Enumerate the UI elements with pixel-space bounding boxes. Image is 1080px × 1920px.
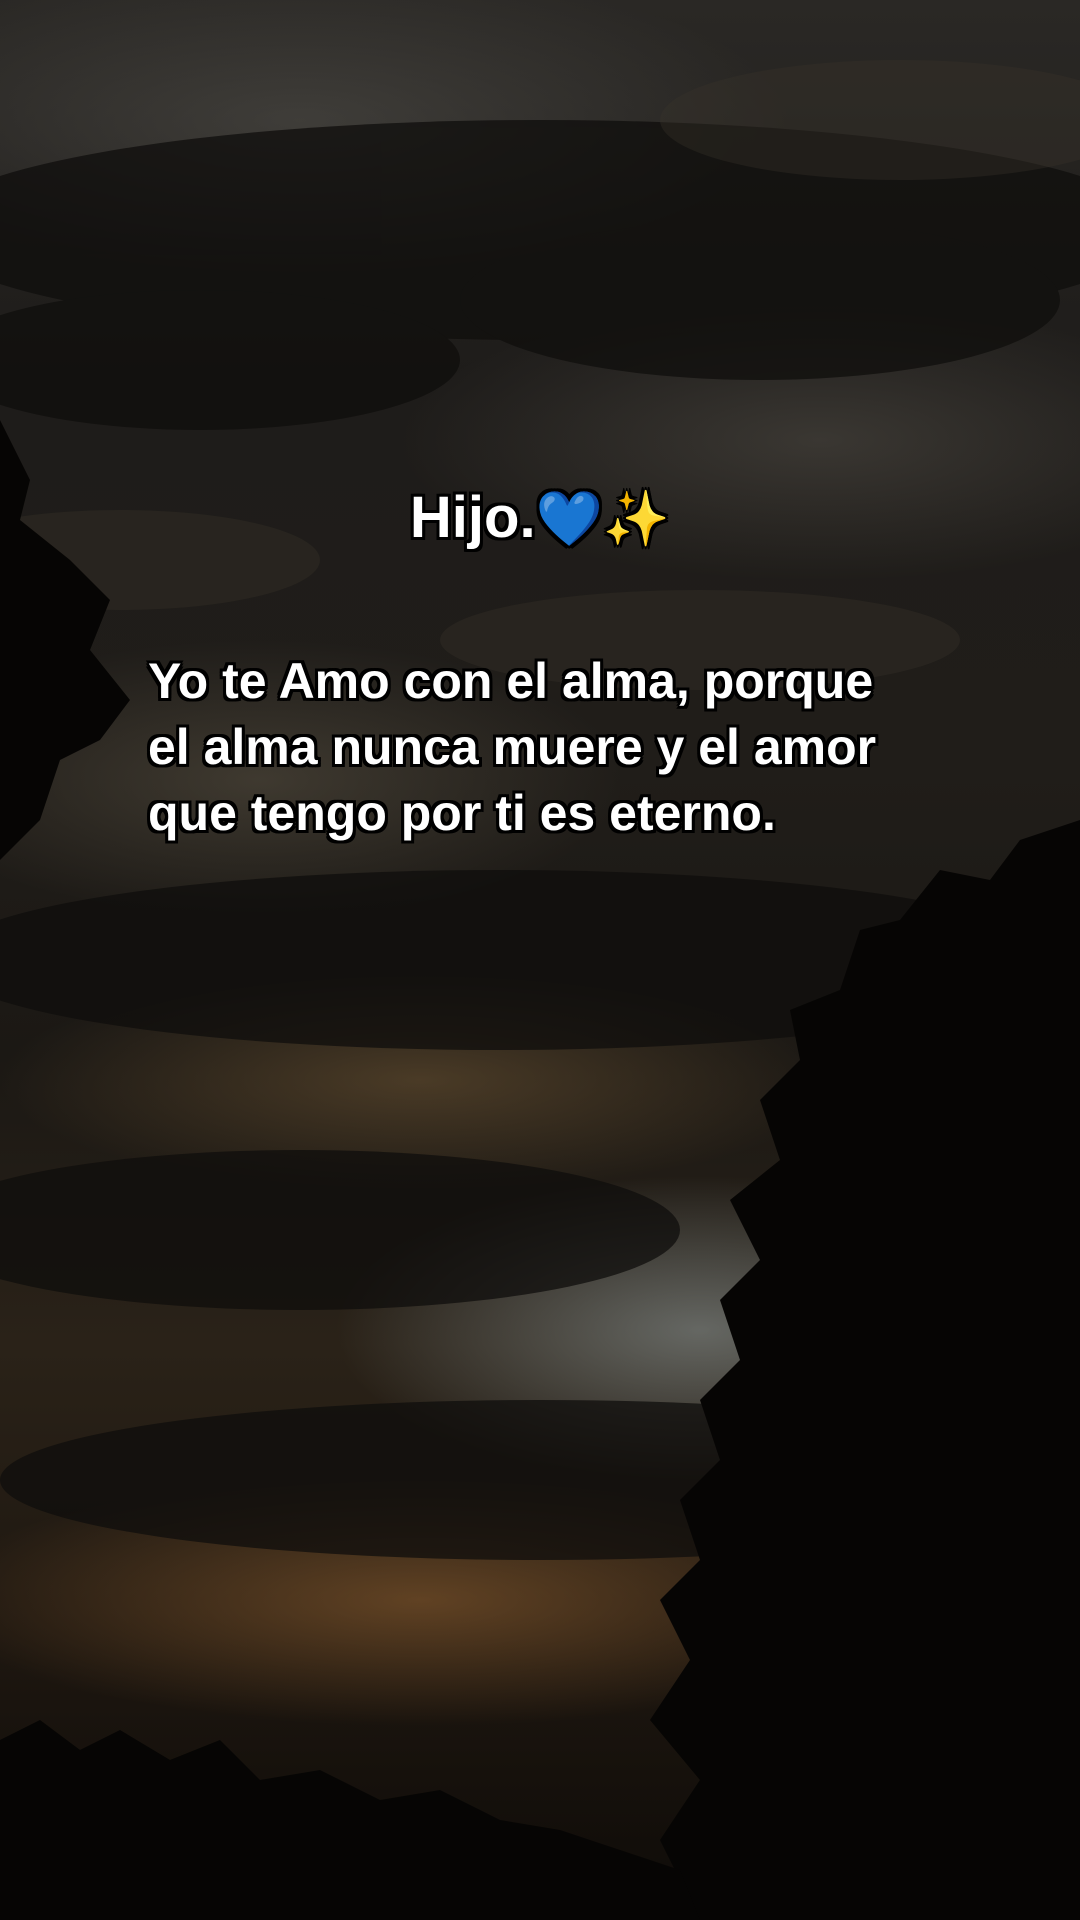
caption-title: Hijo.💙✨	[0, 478, 1080, 559]
background-photo: Hijo.💙✨ Yo te Amo con el alma, porque el…	[0, 0, 1080, 1920]
title-text: Hijo.	[409, 485, 536, 550]
cloud-layer	[0, 60, 1080, 1560]
heart-sparkles-icon: 💙✨	[535, 489, 671, 549]
caption-body: Yo te Amo con el alma, porque el alma nu…	[148, 653, 877, 841]
